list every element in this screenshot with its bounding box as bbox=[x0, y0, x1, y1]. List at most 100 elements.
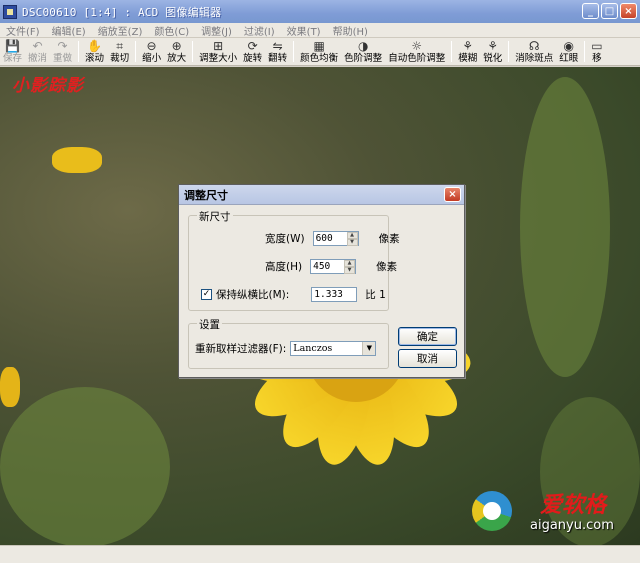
color-balance-button[interactable]: ▦ 颜色均衡 bbox=[297, 38, 341, 65]
signature-text: 小影踪影 bbox=[12, 76, 84, 96]
keep-ratio-row: ✓ 保持纵横比(M): 1.333 比 1 bbox=[201, 287, 386, 302]
menu-effects[interactable]: 效果(T) bbox=[281, 23, 327, 38]
dialog-close-button[interactable]: × bbox=[444, 187, 461, 202]
height-value: 450 bbox=[313, 261, 331, 272]
flip-button[interactable]: ⇋ 翻转 bbox=[265, 38, 290, 65]
toolbar-separator bbox=[584, 41, 586, 62]
ratio-suffix: 比 1 bbox=[365, 289, 386, 301]
filter-label: 重新取样过滤器(F): bbox=[195, 343, 287, 355]
menu-edit[interactable]: 编辑(E) bbox=[46, 23, 92, 38]
blur-button[interactable]: ⚘ 模糊 bbox=[455, 38, 480, 65]
crop-button[interactable]: ⌗ 裁切 bbox=[107, 38, 132, 65]
zoom-in-button[interactable]: ⊕ 放大 bbox=[164, 38, 189, 65]
window-title: DSC00610 [1:4] : ACD 图像编辑器 bbox=[22, 5, 222, 19]
despeckle-button[interactable]: ☊ 消除斑点 bbox=[512, 38, 556, 65]
cancel-button[interactable]: 取消 bbox=[398, 349, 457, 368]
height-spinner[interactable]: ▲ ▼ bbox=[344, 260, 356, 274]
scroll-button[interactable]: ✋ 滚动 bbox=[82, 38, 107, 65]
menu-filter[interactable]: 过滤(I) bbox=[238, 23, 281, 38]
levels-icon: ◑ bbox=[357, 39, 369, 53]
grass-patch bbox=[0, 387, 170, 545]
toolbar-separator bbox=[135, 41, 137, 62]
close-button[interactable]: × bbox=[620, 3, 637, 19]
auto-levels-button[interactable]: ☼ 自动色阶调整 bbox=[385, 38, 448, 65]
width-input[interactable]: 600 ▲ ▼ bbox=[312, 231, 359, 246]
rotate-button[interactable]: ⟳ 旋转 bbox=[240, 38, 265, 65]
undo-button[interactable]: ↶ 撤消 bbox=[25, 38, 50, 65]
keep-ratio-checkbox[interactable]: ✓ bbox=[201, 289, 212, 300]
dialog-title-bar[interactable]: 调整尺寸 bbox=[179, 185, 464, 205]
toolbar-separator bbox=[451, 41, 453, 62]
toolbar-separator bbox=[192, 41, 194, 62]
undo-icon: ↶ bbox=[32, 39, 43, 53]
filter-row: 重新取样过滤器(F): Lanczos ▼ bbox=[195, 341, 377, 356]
window-controls: _ □ × bbox=[582, 3, 637, 19]
settings-group-label: 设置 bbox=[197, 317, 222, 332]
zoom-in-icon: ⊕ bbox=[171, 39, 182, 53]
resize-button[interactable]: ⊞ 调整大小 bbox=[196, 38, 240, 65]
more-button[interactable]: ▭ 移 bbox=[588, 38, 605, 65]
more-icon: ▭ bbox=[591, 39, 603, 53]
background-flower bbox=[0, 367, 20, 407]
title-bar: DSC00610 [1:4] : ACD 图像编辑器 _ □ × bbox=[0, 0, 640, 23]
new-size-group-label: 新尺寸 bbox=[197, 209, 233, 224]
filter-select[interactable]: Lanczos ▼ bbox=[290, 341, 377, 356]
crop-icon: ⌗ bbox=[116, 39, 123, 53]
sharpen-icon: ⚘ bbox=[487, 39, 499, 53]
menu-zoom[interactable]: 缩放至(Z) bbox=[92, 23, 149, 38]
width-unit: 像素 bbox=[378, 233, 400, 245]
filter-value: Lanczos bbox=[293, 343, 333, 354]
watermark-url: aiganyu.com bbox=[530, 518, 614, 533]
height-row: 高度(H) 450 ▲ ▼ 像素 bbox=[265, 259, 397, 274]
aiganyu-logo-icon bbox=[472, 491, 512, 531]
chevron-down-icon[interactable]: ▼ bbox=[362, 342, 376, 355]
ratio-value: 1.333 bbox=[314, 289, 343, 300]
levels-button[interactable]: ◑ 色阶调整 bbox=[341, 38, 385, 65]
save-icon: 💾 bbox=[5, 39, 20, 53]
menu-adjust[interactable]: 调整(J) bbox=[195, 23, 238, 38]
color-balance-icon: ▦ bbox=[313, 39, 325, 53]
ratio-input[interactable]: 1.333 bbox=[311, 287, 358, 302]
height-unit: 像素 bbox=[376, 261, 398, 273]
red-eye-icon: ◉ bbox=[563, 39, 574, 53]
minimize-button[interactable]: _ bbox=[582, 3, 599, 19]
status-bar bbox=[0, 545, 640, 563]
rotate-icon: ⟳ bbox=[247, 39, 258, 53]
blur-icon: ⚘ bbox=[462, 39, 474, 53]
zoom-out-icon: ⊖ bbox=[146, 39, 157, 53]
auto-levels-icon: ☼ bbox=[411, 39, 423, 53]
width-row: 宽度(W) 600 ▲ ▼ 像素 bbox=[265, 231, 400, 246]
hand-icon: ✋ bbox=[87, 39, 103, 53]
resize-dialog: 调整尺寸 × 新尺寸 宽度(W) 600 ▲ ▼ 像素 高度(H) 450 ▲ ▼ … bbox=[178, 184, 465, 378]
resize-icon: ⊞ bbox=[213, 39, 224, 53]
save-button[interactable]: 💾 保存 bbox=[0, 38, 25, 65]
menu-help[interactable]: 帮助(H) bbox=[327, 23, 374, 38]
app-icon[interactable] bbox=[3, 4, 17, 19]
width-value: 600 bbox=[315, 233, 333, 244]
toolbar-separator bbox=[78, 41, 80, 62]
maximize-button[interactable]: □ bbox=[601, 3, 618, 19]
grass-patch bbox=[520, 77, 610, 377]
keep-ratio-label: 保持纵横比(M): bbox=[216, 289, 290, 301]
dialog-title: 调整尺寸 bbox=[184, 188, 228, 202]
watermark-brand: 爱软格 bbox=[540, 492, 607, 518]
zoom-out-button[interactable]: ⊖ 缩小 bbox=[139, 38, 164, 65]
sharpen-button[interactable]: ⚘ 锐化 bbox=[480, 38, 505, 65]
redo-button[interactable]: ↷ 重做 bbox=[50, 38, 75, 65]
toolbar-separator bbox=[293, 41, 295, 62]
despeckle-icon: ☊ bbox=[528, 39, 540, 53]
toolbar: 💾 保存 ↶ 撤消 ↷ 重做 ✋ 滚动 ⌗ 裁切 ⊖ 缩小 ⊕ 放大 ⊞ 调整大小 ⟳ 旋转 ⇋ 翻… bbox=[0, 38, 640, 66]
flip-icon: ⇋ bbox=[272, 39, 283, 53]
menu-color[interactable]: 颜色(C) bbox=[148, 23, 195, 38]
red-eye-button[interactable]: ◉ 红眼 bbox=[556, 38, 581, 65]
redo-icon: ↷ bbox=[57, 39, 68, 53]
ok-button[interactable]: 确定 bbox=[398, 327, 457, 346]
watermark: 爱软格 aiganyu.com bbox=[466, 485, 636, 539]
width-label: 宽度(W) bbox=[265, 233, 305, 245]
menu-file[interactable]: 文件(F) bbox=[0, 23, 46, 38]
height-input[interactable]: 450 ▲ ▼ bbox=[310, 259, 357, 274]
height-label: 高度(H) bbox=[265, 261, 303, 273]
menu-bar: 文件(F) 编辑(E) 缩放至(Z) 颜色(C) 调整(J) 过滤(I) 效果(… bbox=[0, 23, 640, 38]
toolbar-separator bbox=[508, 41, 510, 62]
width-spinner[interactable]: ▲ ▼ bbox=[346, 232, 358, 246]
